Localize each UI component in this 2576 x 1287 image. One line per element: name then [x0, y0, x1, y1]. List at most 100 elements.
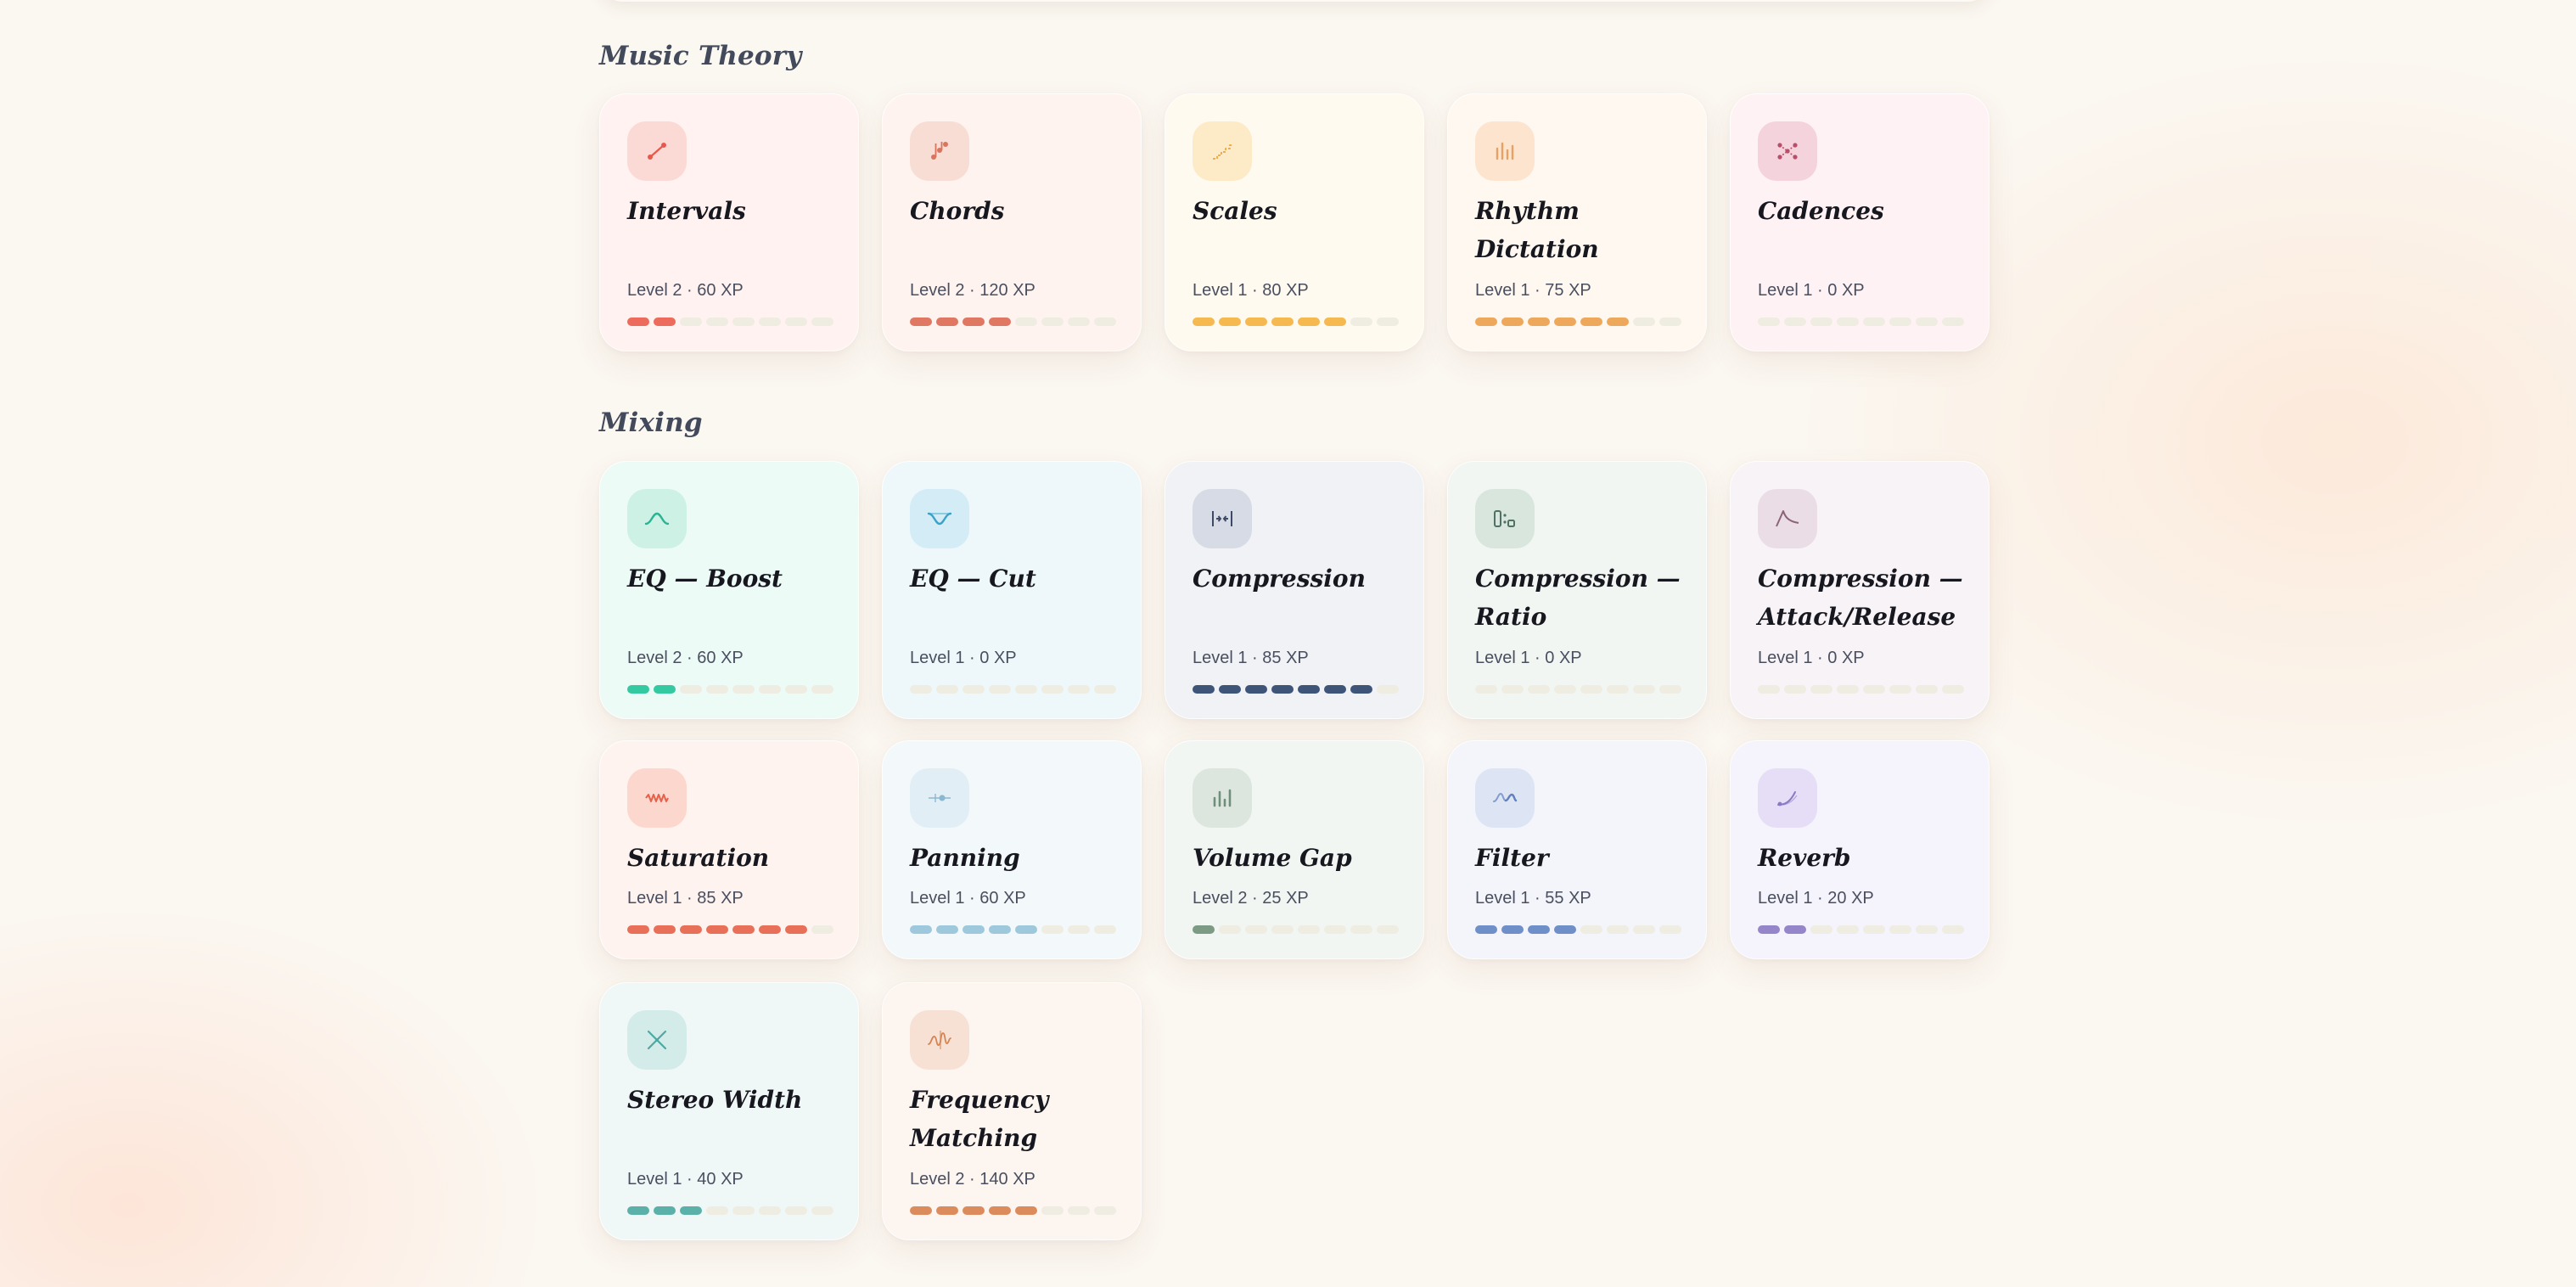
skill-title: Rhythm Dictation	[1475, 197, 1599, 263]
skill-level-xp: Level 2 · 120 XP	[910, 281, 1035, 300]
skill-level-xp: Level 1 · 80 XP	[1193, 281, 1309, 300]
progress-segment-empty	[1068, 925, 1090, 934]
progress-segment-empty	[1094, 685, 1116, 694]
frequency-matching-icon	[910, 1010, 969, 1070]
skill-title: Scales	[1193, 197, 1277, 225]
skill-card-stereo-width[interactable]: Stereo Width Level 1 · 40 XP	[599, 982, 859, 1240]
section-title-music-theory: Music Theory	[599, 41, 802, 71]
progress-segment-filled	[1501, 318, 1524, 326]
skill-title: Filter	[1475, 844, 1549, 872]
skill-level-xp: Level 1 · 0 XP	[1758, 281, 1865, 300]
progress-segment-filled	[1607, 318, 1629, 326]
progress-segment-empty	[1837, 685, 1859, 694]
progress-segment-empty	[936, 685, 958, 694]
section-title-mixing: Mixing	[599, 407, 703, 438]
progress-segment-empty	[1758, 685, 1780, 694]
progress-segment-filled	[989, 1206, 1011, 1215]
skill-progress-bar	[1475, 925, 1681, 934]
progress-segment-filled	[654, 318, 676, 326]
progress-segment-empty	[1889, 685, 1911, 694]
progress-segment-empty	[1863, 925, 1885, 934]
skill-card-eq-boost[interactable]: EQ — Boost Level 2 · 60 XP	[599, 461, 859, 719]
skill-card-scales[interactable]: Scales Level 1 · 80 XP	[1165, 93, 1424, 351]
skill-title: Compression — Attack/Release	[1758, 565, 1963, 631]
progress-segment-filled	[627, 1206, 649, 1215]
progress-segment-filled	[1528, 318, 1550, 326]
progress-segment-filled	[1193, 318, 1215, 326]
progress-segment-filled	[989, 318, 1011, 326]
skill-title: Panning	[910, 844, 1020, 872]
progress-segment-filled	[706, 925, 728, 934]
skill-card-reverb[interactable]: Reverb Level 1 · 20 XP	[1730, 740, 1990, 959]
stereo-width-icon	[627, 1010, 687, 1070]
skill-title: EQ — Boost	[627, 565, 783, 593]
skill-title: Reverb	[1758, 844, 1851, 872]
progress-segment-filled	[1219, 685, 1241, 694]
intervals-icon	[627, 121, 687, 181]
progress-segment-filled	[1015, 1206, 1037, 1215]
skill-level-xp: Level 1 · 40 XP	[627, 1170, 744, 1189]
progress-segment-filled	[1528, 925, 1550, 934]
progress-segment-empty	[732, 685, 755, 694]
skill-card-panning[interactable]: Panning Level 1 · 60 XP	[882, 740, 1142, 959]
progress-segment-empty	[1350, 318, 1372, 326]
skill-card-frequency-matching[interactable]: Frequency Matching Level 2 · 140 XP	[882, 982, 1142, 1240]
skill-card-saturation[interactable]: Saturation Level 1 · 85 XP	[599, 740, 859, 959]
progress-segment-empty	[680, 685, 702, 694]
progress-segment-filled	[1475, 925, 1497, 934]
skill-card-compression[interactable]: Compression Level 1 · 85 XP	[1165, 461, 1424, 719]
progress-segment-empty	[910, 685, 932, 694]
skill-card-eq-cut[interactable]: EQ — Cut Level 1 · 0 XP	[882, 461, 1142, 719]
progress-segment-empty	[811, 318, 833, 326]
progress-segment-empty	[962, 685, 985, 694]
progress-segment-empty	[1068, 685, 1090, 694]
progress-segment-filled	[1245, 318, 1267, 326]
progress-segment-filled	[936, 318, 958, 326]
progress-segment-empty	[811, 1206, 833, 1215]
progress-segment-empty	[1580, 925, 1602, 934]
chords-icon	[910, 121, 969, 181]
skill-card-compression-attack-release[interactable]: Compression — Attack/Release Level 1 · 0 …	[1730, 461, 1990, 719]
progress-segment-empty	[1528, 685, 1550, 694]
skill-card-cadences[interactable]: Cadences Level 1 · 0 XP	[1730, 93, 1990, 351]
progress-segment-empty	[1633, 925, 1655, 934]
skill-card-compression-ratio[interactable]: Compression — Ratio Level 1 · 0 XP	[1447, 461, 1707, 719]
progress-segment-empty	[1015, 685, 1037, 694]
progress-segment-filled	[1245, 685, 1267, 694]
cadences-icon	[1758, 121, 1817, 181]
skill-card-filter[interactable]: Filter Level 1 · 55 XP	[1447, 740, 1707, 959]
progress-segment-empty	[1916, 925, 1938, 934]
progress-segment-empty	[1659, 925, 1681, 934]
progress-segment-empty	[1810, 318, 1832, 326]
attack-release-icon	[1758, 489, 1817, 548]
progress-segment-filled	[654, 1206, 676, 1215]
progress-segment-empty	[1942, 925, 1964, 934]
progress-segment-empty	[1942, 318, 1964, 326]
progress-segment-empty	[1607, 685, 1629, 694]
skill-level-xp: Level 2 · 60 XP	[627, 649, 744, 667]
skill-title: EQ — Cut	[910, 565, 1036, 593]
progress-segment-empty	[759, 685, 781, 694]
progress-segment-empty	[785, 318, 807, 326]
skill-progress-bar	[1758, 318, 1964, 326]
skill-card-rhythm-dictation[interactable]: Rhythm Dictation Level 1 · 75 XP	[1447, 93, 1707, 351]
progress-segment-filled	[627, 925, 649, 934]
progress-segment-filled	[962, 925, 985, 934]
volume-gap-icon	[1193, 768, 1252, 828]
skill-card-intervals[interactable]: Intervals Level 2 · 60 XP	[599, 93, 859, 351]
eq-boost-icon	[627, 489, 687, 548]
compression-ratio-icon	[1475, 489, 1535, 548]
progress-segment-filled	[1580, 318, 1602, 326]
progress-segment-filled	[989, 925, 1011, 934]
previous-section-edge	[599, 0, 1991, 2]
skill-card-chords[interactable]: Chords Level 2 · 120 XP	[882, 93, 1142, 351]
progress-segment-empty	[1863, 685, 1885, 694]
progress-segment-filled	[1324, 318, 1346, 326]
skill-card-volume-gap[interactable]: Volume Gap Level 2 · 25 XP	[1165, 740, 1424, 959]
skill-progress-bar	[627, 318, 833, 326]
skill-level-xp: Level 1 · 0 XP	[1475, 649, 1582, 667]
progress-segment-empty	[759, 318, 781, 326]
scales-icon	[1193, 121, 1252, 181]
progress-segment-filled	[1015, 925, 1037, 934]
skill-level-xp: Level 1 · 60 XP	[910, 889, 1026, 908]
